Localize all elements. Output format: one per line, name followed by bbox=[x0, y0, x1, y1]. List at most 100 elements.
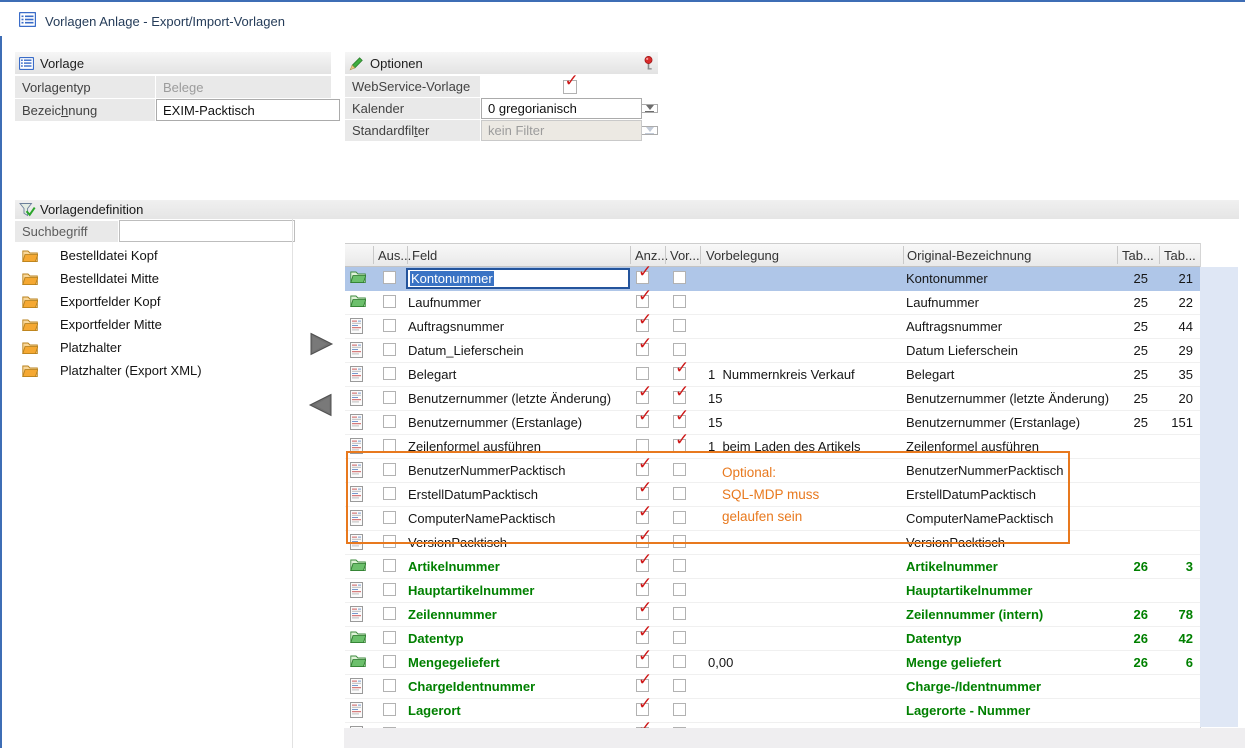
column-header-3[interactable]: Vor... bbox=[670, 248, 700, 263]
aus-checkbox[interactable] bbox=[383, 607, 396, 620]
aus-checkbox[interactable] bbox=[383, 679, 396, 692]
anz-checkbox[interactable]: ✓ bbox=[636, 271, 649, 284]
folder-item[interactable]: Platzhalter bbox=[15, 336, 218, 359]
folder-item[interactable]: Bestelldatei Mitte bbox=[15, 267, 218, 290]
feld-edit-input[interactable]: Kontonummer bbox=[406, 268, 630, 289]
vor-checkbox[interactable] bbox=[673, 487, 686, 500]
table-row[interactable]: Auftragsnummer✓Auftragsnummer2544 bbox=[345, 315, 1200, 339]
vor-checkbox[interactable] bbox=[673, 559, 686, 572]
webservice-vorlage-checkbox[interactable]: ✓ bbox=[563, 80, 577, 94]
aus-checkbox[interactable] bbox=[383, 655, 396, 668]
pin-icon[interactable] bbox=[643, 56, 654, 71]
aus-checkbox[interactable] bbox=[383, 319, 396, 332]
vor-checkbox[interactable] bbox=[673, 295, 686, 308]
vor-checkbox[interactable] bbox=[673, 463, 686, 476]
aus-checkbox[interactable] bbox=[383, 463, 396, 476]
table-row[interactable]: Zeilennummer✓Zeilennummer (intern)2678 bbox=[345, 603, 1200, 627]
aus-checkbox[interactable] bbox=[383, 391, 396, 404]
vor-checkbox[interactable]: ✓ bbox=[673, 415, 686, 428]
vor-checkbox[interactable] bbox=[673, 343, 686, 356]
vor-checkbox[interactable]: ✓ bbox=[673, 439, 686, 452]
table-row[interactable]: Datentyp✓Datentyp2642 bbox=[345, 627, 1200, 651]
anz-checkbox[interactable]: ✓ bbox=[636, 391, 649, 404]
column-header-6[interactable]: Tab... bbox=[1122, 248, 1154, 263]
aus-checkbox[interactable] bbox=[383, 415, 396, 428]
anz-checkbox[interactable]: ✓ bbox=[636, 631, 649, 644]
table-row[interactable]: VersionPacktisch✓VersionPacktisch bbox=[345, 531, 1200, 555]
folder-item[interactable]: Exportfelder Mitte bbox=[15, 313, 218, 336]
anz-checkbox[interactable]: ✓ bbox=[636, 535, 649, 548]
vor-checkbox[interactable]: ✓ bbox=[673, 391, 686, 404]
column-header-2[interactable]: Anz... bbox=[635, 248, 668, 263]
table-row[interactable]: Lagerort✓Lagerorte - Nummer bbox=[345, 699, 1200, 723]
anz-checkbox[interactable]: ✓ bbox=[636, 415, 649, 428]
table-row[interactable]: Zeilenformel ausführen✓1 beim Laden des … bbox=[345, 435, 1200, 459]
move-left-button[interactable] bbox=[308, 393, 334, 417]
column-header-4[interactable]: Vorbelegung bbox=[706, 248, 779, 263]
vor-checkbox[interactable] bbox=[673, 631, 686, 644]
anz-checkbox[interactable]: ✓ bbox=[636, 607, 649, 620]
vor-checkbox[interactable] bbox=[673, 271, 686, 284]
move-right-button[interactable] bbox=[308, 332, 334, 356]
anz-checkbox[interactable]: ✓ bbox=[636, 463, 649, 476]
anz-checkbox[interactable]: ✓ bbox=[636, 559, 649, 572]
aus-checkbox[interactable] bbox=[383, 703, 396, 716]
aus-checkbox[interactable] bbox=[383, 559, 396, 572]
vor-checkbox[interactable] bbox=[673, 319, 686, 332]
feld-text: ErstellDatumPacktisch bbox=[408, 483, 538, 506]
anz-checkbox[interactable]: ✓ bbox=[636, 679, 649, 692]
table-row[interactable]: Datum_Lieferschein✓Datum Lieferschein252… bbox=[345, 339, 1200, 363]
anz-checkbox[interactable]: ✓ bbox=[636, 319, 649, 332]
anz-checkbox[interactable] bbox=[636, 439, 649, 452]
column-header-5[interactable]: Original-Bezeichnung bbox=[907, 248, 1031, 263]
anz-checkbox[interactable]: ✓ bbox=[636, 583, 649, 596]
aus-checkbox[interactable] bbox=[383, 487, 396, 500]
table-row[interactable]: Laufnummer✓Laufnummer2522 bbox=[345, 291, 1200, 315]
vor-checkbox[interactable]: ✓ bbox=[673, 367, 686, 380]
search-input[interactable] bbox=[119, 220, 295, 242]
vor-checkbox[interactable] bbox=[673, 679, 686, 692]
table-row[interactable]: Kontonummer✓Kontonummer2521 bbox=[345, 267, 1200, 291]
table-row[interactable]: Mengegeliefert✓0,00Menge geliefert266 bbox=[345, 651, 1200, 675]
anz-checkbox[interactable]: ✓ bbox=[636, 511, 649, 524]
aus-checkbox[interactable] bbox=[383, 511, 396, 524]
aus-checkbox[interactable] bbox=[383, 367, 396, 380]
original-bezeichnung-text: Charge-/Identnummer bbox=[906, 675, 1041, 698]
vor-checkbox[interactable] bbox=[673, 703, 686, 716]
aus-checkbox[interactable] bbox=[383, 271, 396, 284]
table-row[interactable]: Belegart✓1 Nummernkreis VerkaufBelegart2… bbox=[345, 363, 1200, 387]
aus-checkbox[interactable] bbox=[383, 583, 396, 596]
feld-text: Lagerort bbox=[408, 699, 461, 722]
aus-checkbox[interactable] bbox=[383, 343, 396, 356]
table-row[interactable]: Artikelnummer✓Artikelnummer263 bbox=[345, 555, 1200, 579]
anz-checkbox[interactable]: ✓ bbox=[636, 487, 649, 500]
vor-checkbox[interactable] bbox=[673, 607, 686, 620]
anz-checkbox[interactable]: ✓ bbox=[636, 703, 649, 716]
vor-checkbox[interactable] bbox=[673, 535, 686, 548]
anz-checkbox[interactable]: ✓ bbox=[636, 655, 649, 668]
table-row[interactable]: Benutzernummer (Erstanlage)✓✓15Benutzern… bbox=[345, 411, 1200, 435]
column-header-1[interactable]: Feld bbox=[412, 248, 437, 263]
table-row[interactable]: Hauptartikelnummer✓Hauptartikelnummer bbox=[345, 579, 1200, 603]
column-header-7[interactable]: Tab... bbox=[1164, 248, 1196, 263]
folder-item[interactable]: Bestelldatei Kopf bbox=[15, 244, 218, 267]
form-icon bbox=[19, 56, 35, 71]
aus-checkbox[interactable] bbox=[383, 295, 396, 308]
aus-checkbox[interactable] bbox=[383, 535, 396, 548]
vorbelegung-text: 15 bbox=[708, 411, 722, 434]
table-row[interactable]: ChargeIdentnummer✓Charge-/Identnummer bbox=[345, 675, 1200, 699]
vor-checkbox[interactable] bbox=[673, 583, 686, 596]
anz-checkbox[interactable]: ✓ bbox=[636, 343, 649, 356]
folder-item[interactable]: Platzhalter (Export XML) bbox=[15, 359, 218, 382]
anz-checkbox[interactable] bbox=[636, 367, 649, 380]
original-bezeichnung-text: Menge geliefert bbox=[906, 651, 1001, 674]
anz-checkbox[interactable]: ✓ bbox=[636, 295, 649, 308]
aus-checkbox[interactable] bbox=[383, 631, 396, 644]
table-row[interactable]: Benutzernummer (letzte Änderung)✓✓15Benu… bbox=[345, 387, 1200, 411]
vor-checkbox[interactable] bbox=[673, 655, 686, 668]
folder-item[interactable]: Exportfelder Kopf bbox=[15, 290, 218, 313]
kalender-dropdown-button[interactable] bbox=[642, 104, 658, 113]
bezeichnung-input[interactable] bbox=[156, 99, 340, 121]
vor-checkbox[interactable] bbox=[673, 511, 686, 524]
aus-checkbox[interactable] bbox=[383, 439, 396, 452]
